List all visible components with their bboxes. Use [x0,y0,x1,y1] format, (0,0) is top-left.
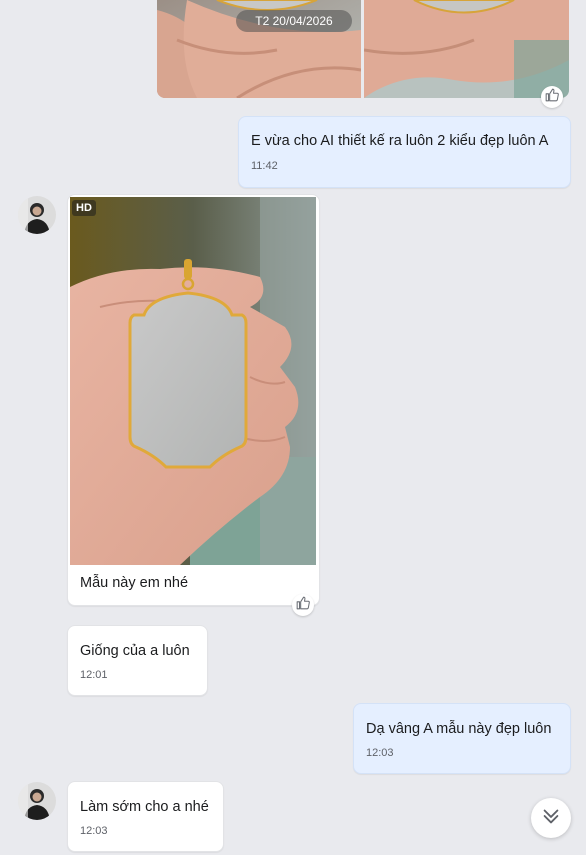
pendant-photo-2[interactable] [364,0,569,98]
hd-badge: HD [72,200,96,216]
message-time: 11:42 [251,160,278,172]
message-incoming[interactable]: Giống của a luôn 12:01 [67,625,208,696]
message-outgoing[interactable]: E vừa cho AI thiết kế ra luôn 2 kiểu đẹp… [238,116,571,188]
like-button[interactable] [292,594,314,616]
message-time: 12:01 [80,669,108,681]
message-text: Dạ vâng A mẫu này đẹp luôn [366,721,552,737]
thumbs-up-icon [296,596,310,615]
message-text: Mẫu này em nhé [80,575,189,591]
message-text: Giống của a luôn [80,643,190,659]
scroll-to-bottom-button[interactable] [531,798,571,838]
thumbs-up-icon [545,88,559,107]
message-outgoing[interactable]: Dạ vâng A mẫu này đẹp luôn 12:03 [353,703,571,774]
avatar[interactable] [18,782,56,820]
like-button[interactable] [541,86,563,108]
message-incoming-image[interactable]: Mẫu này em nhé [67,194,320,606]
pendant-photo-hd[interactable] [70,197,316,565]
message-time: 12:03 [366,747,394,759]
date-separator: T2 20/04/2026 [236,10,352,32]
message-incoming[interactable]: Làm sớm cho a nhé 12:03 [67,781,224,852]
chevron-double-down-icon [540,805,562,832]
message-text: Làm sớm cho a nhé [80,799,209,815]
message-text: E vừa cho AI thiết kế ra luôn 2 kiểu đẹp… [251,133,549,149]
avatar[interactable] [18,196,56,234]
message-time: 12:03 [80,825,108,837]
